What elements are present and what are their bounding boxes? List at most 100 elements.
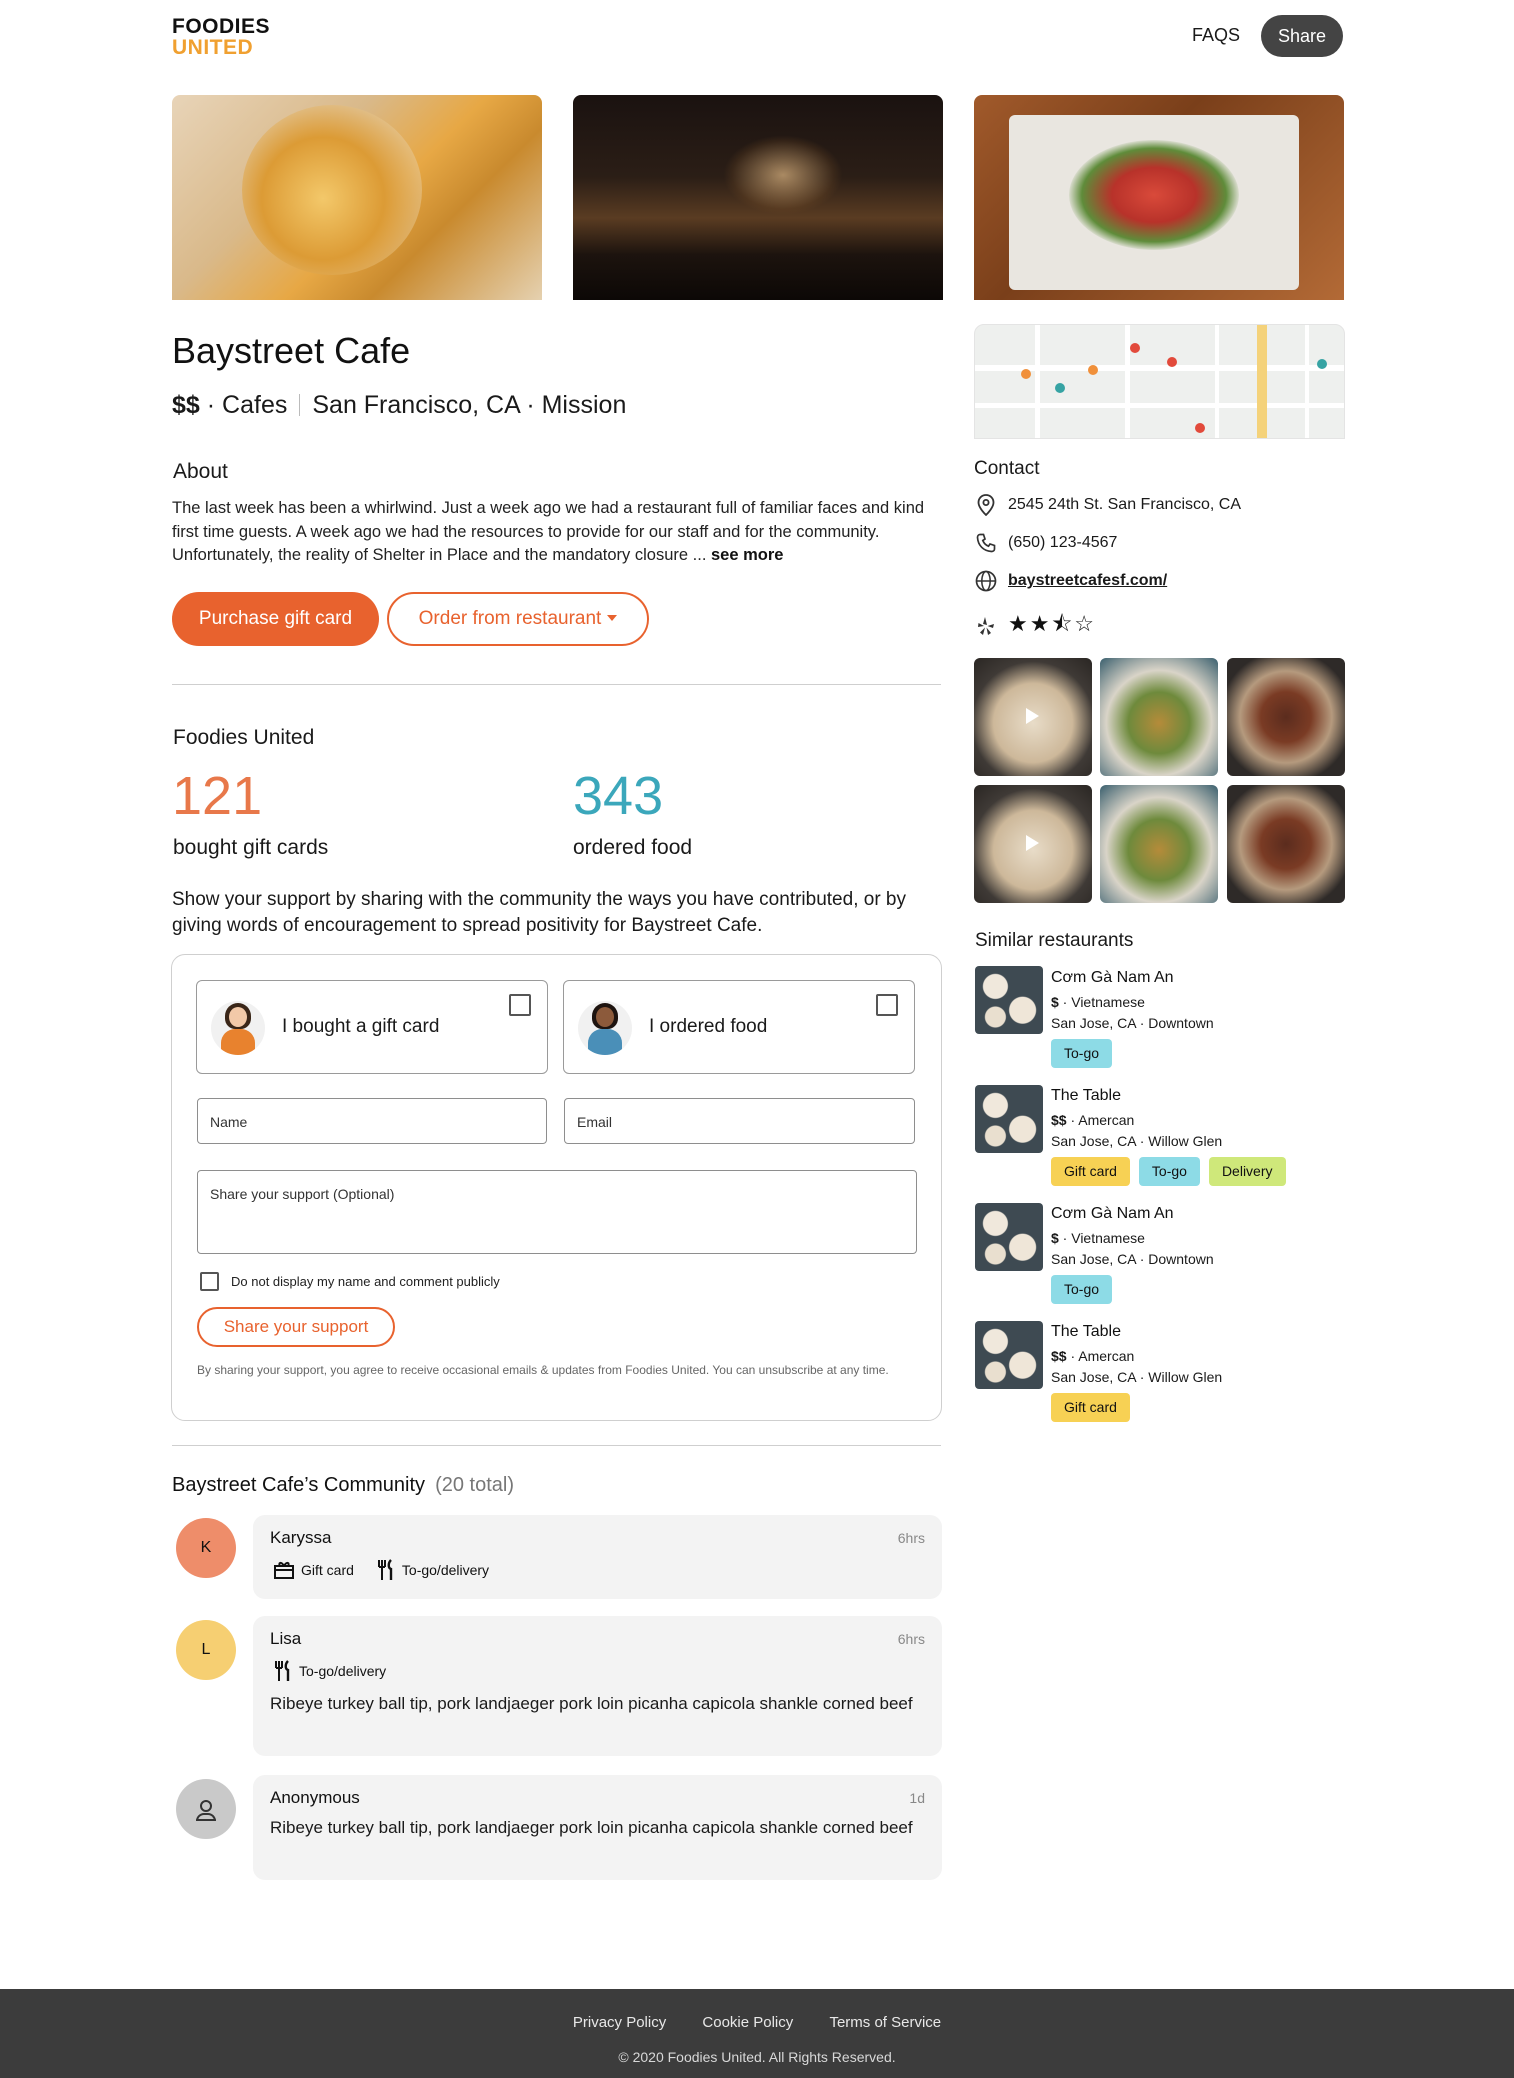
price-level: $ [1051, 994, 1059, 1010]
option-gift-card-label: I bought a gift card [282, 1016, 440, 1037]
similar-restaurant-image[interactable] [975, 966, 1043, 1034]
post-tag: Gift card [273, 1560, 354, 1580]
similar-restaurant-location: San Jose, CA · Willow Glen [1051, 1133, 1223, 1149]
faqs-link[interactable]: FAQS [1192, 25, 1240, 46]
gift-card-icon [274, 1562, 294, 1579]
contact-phone[interactable]: (650) 123-4567 [974, 531, 1117, 555]
community-post: Lisa 6hrs To-go/delivery Ribeye turkey b… [253, 1616, 942, 1756]
order-from-restaurant-button[interactable]: Order from restaurant [387, 592, 649, 646]
utensils-icon [377, 1559, 393, 1580]
similar-restaurant-meta: $ · Vietnamese [1051, 1228, 1145, 1248]
similar-restaurant-image[interactable] [975, 1085, 1043, 1153]
name-field[interactable]: Name [197, 1098, 547, 1144]
badge-togo: To-go [1138, 1157, 1200, 1186]
post-author: Anonymous [270, 1788, 360, 1807]
logo[interactable]: FOODIES UNITED [172, 16, 270, 58]
similar-restaurant-name[interactable]: Cơm Gà Nam An [1051, 1205, 1174, 1223]
play-icon [1026, 708, 1039, 724]
about-heading: About [173, 460, 228, 483]
share-your-support-button[interactable]: Share your support [197, 1307, 395, 1347]
contact-address: 2545 24th St. San Francisco, CA [974, 493, 1241, 517]
gallery-thumbnail[interactable] [1227, 785, 1345, 903]
badges: Gift card To-go Delivery [1051, 1157, 1295, 1186]
price-level: $$ [1051, 1348, 1067, 1364]
contact-heading: Contact [974, 458, 1040, 479]
see-more-link[interactable]: see more [711, 546, 783, 564]
option-gift-card[interactable]: I bought a gift card [196, 980, 548, 1074]
badge-gift-card: Gift card [1051, 1393, 1130, 1422]
rating-stars: ★★⯪☆ [1008, 611, 1097, 636]
photo-dish[interactable] [974, 95, 1344, 300]
logo-line2: UNITED [172, 36, 254, 59]
footer-links: Privacy Policy Cookie Policy Terms of Se… [0, 2014, 1514, 2031]
address-text: 2545 24th St. San Francisco, CA [1008, 496, 1242, 513]
community-title: Baystreet Cafe’s Community [172, 1474, 426, 1496]
utensils-icon [275, 1660, 290, 1681]
badges: To-go [1051, 1039, 1121, 1068]
support-description: Show your support by sharing with the co… [172, 889, 906, 936]
similar-heading: Similar restaurants [975, 930, 1134, 951]
copyright: © 2020 Foodies United. All Rights Reserv… [618, 2049, 896, 2065]
post-text: Ribeye turkey ball tip, pork landjaeger … [270, 1694, 913, 1713]
similar-restaurant-meta: $$ · Amercan [1051, 1110, 1134, 1130]
yelp-rating[interactable]: ★★⯪☆ [974, 607, 1096, 645]
similar-restaurant-name[interactable]: The Table [1051, 1323, 1121, 1341]
caret-down-icon [607, 615, 618, 621]
avatar: L [176, 1620, 236, 1680]
option-ordered-food[interactable]: I ordered food [563, 980, 915, 1074]
community-heading: Baystreet Cafe’s Community (20 total) [172, 1474, 514, 1497]
option-ordered-food-checkbox[interactable] [876, 994, 898, 1016]
divider [172, 684, 941, 685]
option-ordered-food-label: I ordered food [649, 1016, 768, 1037]
gallery-video-thumbnail[interactable] [974, 785, 1092, 903]
community-total: (20 total) [435, 1474, 514, 1496]
cookie-policy-link[interactable]: Cookie Policy [702, 2014, 793, 2031]
option-gift-card-checkbox[interactable] [509, 994, 531, 1016]
price-level: $$ [172, 391, 200, 419]
anonymous-checkbox[interactable] [200, 1272, 219, 1291]
gallery-thumbnail[interactable] [1100, 658, 1218, 776]
privacy-policy-link[interactable]: Privacy Policy [573, 2014, 666, 2031]
ordered-food-illustration [578, 1001, 632, 1055]
post-text: Ribeye turkey ball tip, pork landjaeger … [270, 1818, 913, 1837]
post-tag-label: To-go/delivery [299, 1663, 387, 1679]
email-field[interactable]: Email [564, 1098, 915, 1144]
post-time: 6hrs [897, 1631, 925, 1647]
map-pin-icon [1021, 369, 1031, 379]
gift-card-illustration [211, 1001, 265, 1055]
gift-cards-label: bought gift cards [173, 836, 329, 859]
about-body: The last week has been a whirlwind. Just… [172, 499, 925, 564]
post-tags: To-go/delivery [273, 1660, 408, 1682]
contact-website[interactable]: baystreetcafesf.com/ [974, 569, 1167, 593]
website-link[interactable]: baystreetcafesf.com/ [1008, 572, 1167, 590]
badges: Gift card [1051, 1393, 1139, 1422]
share-button[interactable]: Share [1261, 15, 1343, 57]
gallery-video-thumbnail[interactable] [974, 658, 1092, 776]
gallery-thumbnail[interactable] [1227, 658, 1345, 776]
similar-restaurant-meta: $ · Vietnamese [1051, 992, 1145, 1012]
ordered-food-count: 343 [573, 766, 664, 826]
similar-restaurant-name[interactable]: Cơm Gà Nam An [1051, 969, 1174, 987]
badge-gift-card: Gift card [1051, 1157, 1130, 1186]
map-pin-icon [1088, 365, 1098, 375]
globe-icon [975, 570, 997, 592]
post-author: Karyssa [270, 1528, 332, 1547]
purchase-gift-card-button[interactable]: Purchase gift card [172, 592, 379, 646]
map-pin-icon [1317, 359, 1327, 369]
gallery-thumbnail[interactable] [1100, 785, 1218, 903]
photo-drink[interactable] [172, 95, 542, 300]
similar-restaurant-image[interactable] [975, 1203, 1043, 1271]
similar-restaurant-image[interactable] [975, 1321, 1043, 1389]
post-author: Lisa [270, 1629, 302, 1648]
stats-heading: Foodies United [173, 726, 315, 749]
share-support-textarea[interactable]: Share your support (Optional) [197, 1170, 917, 1254]
footer: Privacy Policy Cookie Policy Terms of Se… [0, 1989, 1514, 2078]
community-post: Karyssa 6hrs Gift card To-go/delivery [253, 1515, 942, 1599]
restaurant-location: San Francisco, CA · Mission [312, 391, 627, 419]
similar-category: · Amercan [1066, 1112, 1135, 1128]
location-map[interactable] [974, 324, 1345, 439]
similar-restaurant-meta: $$ · Amercan [1051, 1346, 1134, 1366]
terms-of-service-link[interactable]: Terms of Service [829, 2014, 941, 2031]
similar-restaurant-name[interactable]: The Table [1051, 1087, 1121, 1105]
photo-interior[interactable] [573, 95, 943, 300]
